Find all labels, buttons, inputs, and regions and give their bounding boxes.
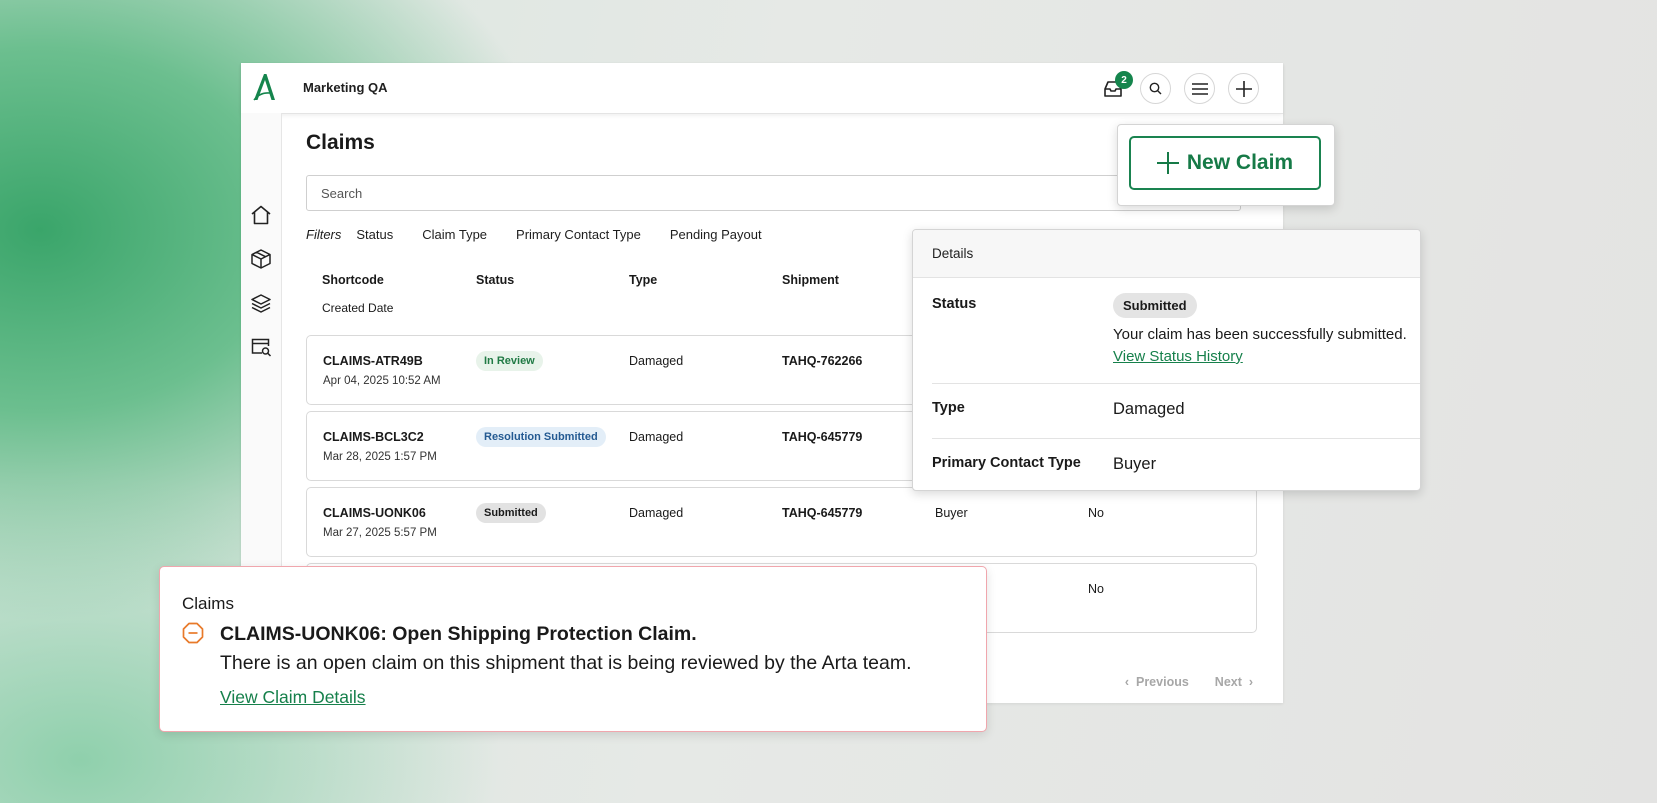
details-status-row: Status Submitted Your claim has been suc… xyxy=(932,278,1420,384)
details-type-value: Damaged xyxy=(1113,400,1185,418)
menu-icon[interactable] xyxy=(1184,73,1215,104)
details-type-row: Type Damaged xyxy=(932,383,1420,439)
claim-date: Mar 27, 2025 5:57 PM xyxy=(323,527,437,539)
column-header-created-date[interactable]: Created Date xyxy=(322,301,393,315)
filter-status[interactable]: Status xyxy=(356,227,393,242)
new-claim-label: New Claim xyxy=(1186,151,1294,174)
claims-search-icon[interactable] xyxy=(249,335,273,359)
claim-pending-payout: No xyxy=(1088,582,1104,596)
column-header-status[interactable]: Status xyxy=(476,273,514,287)
claim-shortcode: CLAIMS-ATR49B xyxy=(323,354,423,368)
claim-type: Damaged xyxy=(629,354,684,368)
filters-label: Filters xyxy=(306,227,342,242)
home-icon[interactable] xyxy=(249,203,273,227)
column-header-shipment[interactable]: Shipment xyxy=(782,273,839,287)
details-title: Details xyxy=(913,230,1420,278)
details-panel: Details Status Submitted Your claim has … xyxy=(912,229,1421,491)
alert-label: Claims xyxy=(182,594,234,613)
claim-shipment[interactable]: TAHQ-645779 xyxy=(782,506,862,520)
column-header-type[interactable]: Type xyxy=(629,273,657,287)
table-row[interactable]: CLAIMS-UONK06 Mar 27, 2025 5:57 PM Submi… xyxy=(306,487,1257,557)
top-bar: Marketing QA 2 xyxy=(241,63,1283,114)
filter-primary-contact-type[interactable]: Primary Contact Type xyxy=(516,227,641,242)
details-status-label: Status xyxy=(932,296,977,312)
org-name[interactable]: Marketing QA xyxy=(303,80,388,95)
claim-date: Apr 04, 2025 10:52 AM xyxy=(323,375,441,387)
pending-icon xyxy=(182,622,204,644)
previous-button[interactable]: ‹ Previous xyxy=(1125,675,1189,689)
package-icon[interactable] xyxy=(249,247,273,271)
next-button[interactable]: Next › xyxy=(1215,675,1253,689)
inbox-count-badge: 2 xyxy=(1115,71,1133,89)
claim-type: Damaged xyxy=(629,430,684,444)
details-type-label: Type xyxy=(932,400,965,416)
claim-shipment[interactable]: TAHQ-645779 xyxy=(782,430,862,444)
alert-title: CLAIMS-UONK06: Open Shipping Protection … xyxy=(220,623,697,645)
filter-claim-type[interactable]: Claim Type xyxy=(422,227,487,242)
previous-label: Previous xyxy=(1135,675,1189,689)
column-header-shortcode[interactable]: Shortcode xyxy=(322,273,384,287)
status-badge: Resolution Submitted xyxy=(476,427,606,447)
pagination: ‹ Previous Next › xyxy=(1125,675,1253,689)
filter-pending-payout[interactable]: Pending Payout xyxy=(670,227,762,242)
search-input[interactable] xyxy=(306,175,1241,211)
filters-bar: Filters Status Claim Type Primary Contac… xyxy=(306,227,791,242)
new-claim-button[interactable]: New Claim xyxy=(1129,136,1321,190)
claim-shortcode: CLAIMS-BCL3C2 xyxy=(323,430,424,444)
details-contact-value: Buyer xyxy=(1113,455,1157,473)
details-contact-label: Primary Contact Type xyxy=(932,455,1081,471)
inbox-icon[interactable]: 2 xyxy=(1098,71,1133,103)
details-contact-row: Primary Contact Type Buyer xyxy=(932,438,1420,490)
claim-shipment[interactable]: TAHQ-762266 xyxy=(782,354,862,368)
plus-icon[interactable] xyxy=(1228,73,1259,104)
claim-contact-type: Buyer xyxy=(935,506,968,520)
details-status-message: Your claim has been successfully submitt… xyxy=(1113,326,1407,343)
next-label: Next xyxy=(1214,675,1242,689)
status-badge: In Review xyxy=(476,351,543,371)
view-claim-details-link[interactable]: View Claim Details xyxy=(220,687,366,708)
layers-icon[interactable] xyxy=(249,291,273,315)
alert-body: There is an open claim on this shipment … xyxy=(220,652,912,674)
claim-shortcode: CLAIMS-UONK06 xyxy=(323,506,426,520)
arta-logo-icon[interactable] xyxy=(251,72,275,102)
status-badge: Submitted xyxy=(476,503,546,523)
page-title: Claims xyxy=(306,131,375,154)
plus-icon xyxy=(1156,152,1179,174)
details-status-badge: Submitted xyxy=(1113,293,1197,318)
claim-type: Damaged xyxy=(629,506,684,520)
view-status-history-link[interactable]: View Status History xyxy=(1113,348,1243,365)
search-icon[interactable] xyxy=(1140,73,1171,104)
new-claim-popover: New Claim xyxy=(1117,124,1335,206)
claim-alert: Claims CLAIMS-UONK06: Open Shipping Prot… xyxy=(159,566,987,732)
claim-pending-payout: No xyxy=(1088,506,1104,520)
claim-date: Mar 28, 2025 1:57 PM xyxy=(323,451,437,463)
